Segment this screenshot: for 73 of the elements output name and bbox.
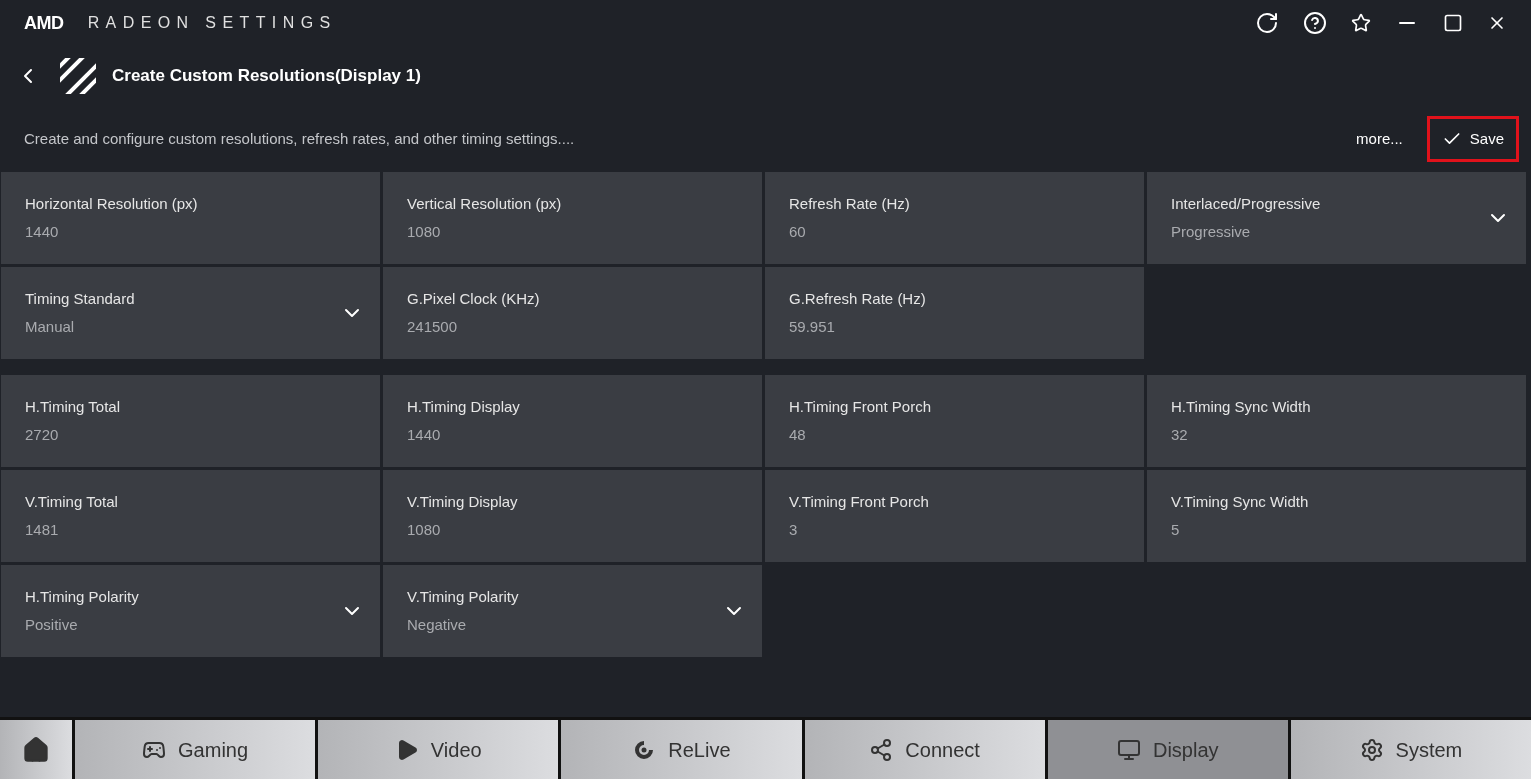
setting-label: H.Timing Polarity (25, 586, 139, 607)
setting-tile[interactable]: H.Timing Total 2720 (1, 375, 380, 467)
setting-label: Refresh Rate (Hz) (789, 193, 910, 214)
setting-value: 5 (1171, 520, 1181, 540)
setting-tile[interactable]: V.Timing Sync Width 5 (1147, 470, 1526, 562)
nav-tab[interactable]: Video (318, 720, 559, 779)
setting-tile[interactable]: V.Timing Total 1481 (1, 470, 380, 562)
star-icon[interactable] (1351, 13, 1371, 33)
setting-tile[interactable]: Horizontal Resolution (px) 1440 (1, 172, 380, 264)
setting-label: V.Timing Front Porch (789, 491, 929, 512)
nav-tab[interactable]: ReLive (561, 720, 802, 779)
more-link[interactable]: more... (1356, 127, 1403, 151)
setting-label: G.Refresh Rate (Hz) (789, 288, 926, 309)
setting-label: V.Timing Display (407, 491, 518, 512)
setting-value: 3 (789, 520, 799, 540)
help-icon[interactable] (1303, 11, 1327, 35)
setting-label: V.Timing Polarity (407, 586, 519, 607)
setting-label: V.Timing Total (25, 491, 118, 512)
nav-tab[interactable]: Display (1047, 720, 1288, 779)
refresh-icon[interactable] (1255, 11, 1279, 35)
setting-tile[interactable]: H.Timing Polarity Positive (1, 565, 380, 657)
setting-tile[interactable]: H.Timing Front Porch 48 (765, 375, 1144, 467)
home-icon (22, 735, 50, 764)
nav-tab[interactable]: System (1290, 720, 1531, 779)
setting-tile[interactable]: Timing Standard Manual (1, 267, 380, 359)
setting-tile[interactable]: Refresh Rate (Hz) 60 (765, 172, 1144, 264)
setting-tile[interactable]: G.Pixel Clock (KHz) 241500 (383, 267, 762, 359)
monitor-icon (1117, 737, 1141, 762)
setting-value: 1440 (25, 222, 60, 242)
setting-tile[interactable]: V.Timing Polarity Negative (383, 565, 762, 657)
setting-tile[interactable]: Vertical Resolution (px) 1080 (383, 172, 762, 264)
gear-icon (1359, 737, 1384, 762)
nav-tab[interactable]: Connect (804, 720, 1045, 779)
setting-value: 59.951 (789, 317, 836, 337)
save-button[interactable]: Save (1426, 116, 1519, 162)
setting-tile[interactable]: H.Timing Display 1440 (383, 375, 762, 467)
app-title: RADEON SETTINGS (87, 13, 337, 33)
setting-tile[interactable]: H.Timing Sync Width 32 (1147, 375, 1526, 467)
setting-value: 1440 (407, 425, 442, 445)
setting-value: 48 (789, 425, 807, 445)
setting-value: 1080 (407, 222, 442, 242)
page-title: Create Custom Resolutions(Display 1) (112, 65, 421, 88)
setting-value: 1481 (25, 520, 60, 540)
setting-label: G.Pixel Clock (KHz) (407, 288, 540, 309)
setting-value: Progressive (1171, 222, 1252, 242)
setting-value: Manual (25, 317, 76, 337)
setting-value: 2720 (25, 425, 60, 445)
setting-tile[interactable]: V.Timing Display 1080 (383, 470, 762, 562)
setting-tile[interactable]: Interlaced/Progressive Progressive (1147, 172, 1526, 264)
setting-value: Negative (407, 615, 468, 635)
setting-label: Vertical Resolution (px) (407, 193, 562, 214)
setting-tile[interactable]: G.Refresh Rate (Hz) 59.951 (765, 267, 1144, 359)
brand-logo: AMD (24, 11, 64, 35)
setting-value: 1080 (407, 520, 442, 540)
setting-tile[interactable]: V.Timing Front Porch 3 (765, 470, 1144, 562)
setting-value: Positive (25, 615, 79, 635)
maximize-icon[interactable] (1443, 13, 1463, 33)
setting-value: 32 (1171, 425, 1189, 445)
nav-tab[interactable]: Gaming (75, 720, 316, 779)
setting-label: H.Timing Total (25, 396, 121, 417)
setting-label: H.Timing Front Porch (789, 396, 931, 417)
setting-label: Interlaced/Progressive (1171, 193, 1321, 214)
setting-value: 60 (789, 222, 807, 242)
setting-label: Horizontal Resolution (px) (25, 193, 198, 214)
nav-tab[interactable] (0, 720, 72, 779)
setting-label: V.Timing Sync Width (1171, 491, 1309, 512)
setting-label: Timing Standard (25, 288, 135, 309)
setting-label: H.Timing Display (407, 396, 520, 417)
page-description: Create and configure custom resolutions, refresh rates, and other timing settings.... (24, 128, 575, 149)
setting-label: H.Timing Sync Width (1171, 396, 1311, 417)
nodes-icon (869, 737, 894, 762)
setting-value: 241500 (407, 317, 459, 337)
striped-square-icon (60, 58, 96, 94)
